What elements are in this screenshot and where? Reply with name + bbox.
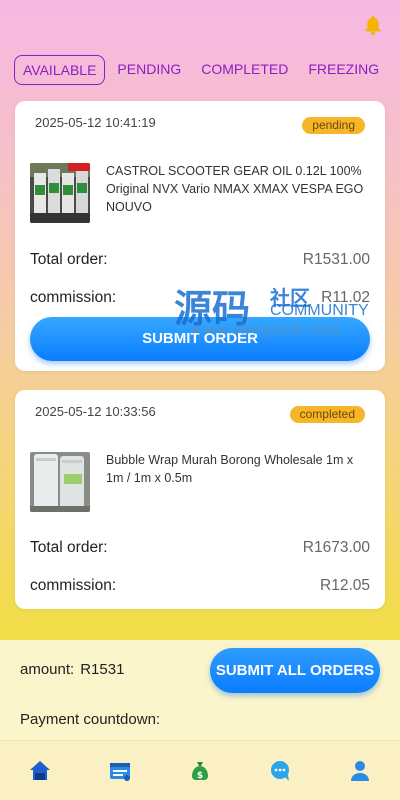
commission-label: commission:	[30, 289, 117, 306]
total-order-label: Total order:	[30, 251, 108, 268]
tab-freezing[interactable]: FREEZING	[300, 55, 387, 85]
order-card: 2025-05-12 10:41:19 pending CASTROL SCOO…	[15, 101, 385, 371]
total-order-row: Total order: R1531.00	[30, 251, 370, 269]
amount-label: amount:	[20, 661, 75, 678]
product-image	[30, 163, 90, 223]
commission-row: commission: R12.05	[30, 577, 370, 595]
orders-icon[interactable]	[107, 758, 133, 784]
order-time: 2025-05-12 10:41:19	[35, 115, 156, 130]
status-badge: pending	[302, 117, 365, 134]
bell-icon[interactable]	[362, 14, 384, 36]
tab-completed[interactable]: COMPLETED	[193, 55, 296, 85]
amount-value: R1531	[80, 661, 125, 678]
amount: amount: R1531	[20, 661, 124, 678]
product-name: Bubble Wrap Murah Borong Wholesale 1m x …	[106, 453, 354, 485]
total-order-row: Total order: R1673.00	[30, 539, 370, 557]
bottom-navigation: $	[0, 740, 400, 800]
user-icon[interactable]	[347, 758, 373, 784]
home-icon[interactable]	[27, 758, 53, 784]
commission-row: commission: R11.02	[30, 289, 370, 307]
product-name: CASTROL SCOOTER GEAR OIL 0.12L 100% Orig…	[106, 164, 364, 214]
svg-text:$: $	[197, 771, 203, 781]
payment-countdown-label: Payment countdown:	[20, 711, 161, 728]
commission-label: commission:	[30, 577, 117, 594]
chat-icon[interactable]	[267, 758, 293, 784]
submit-order-button[interactable]: SUBMIT ORDER	[30, 317, 370, 361]
total-order-value: R1531.00	[302, 251, 370, 268]
status-badge: completed	[289, 406, 365, 423]
total-order-label: Total order:	[30, 539, 108, 556]
tab-pending[interactable]: PENDING	[109, 55, 189, 85]
submit-all-orders-button[interactable]: SUBMIT ALL ORDERS	[210, 648, 380, 693]
product-image	[30, 452, 90, 512]
total-order-value: R1673.00	[302, 539, 370, 556]
order-card: 2025-05-12 10:33:56 completed Bubble Wra…	[15, 390, 385, 609]
order-status-tabs: AVAILABLE PENDING COMPLETED FREEZING	[14, 54, 390, 86]
commission-value: R11.02	[321, 289, 370, 306]
tab-available[interactable]: AVAILABLE	[14, 55, 106, 85]
order-time: 2025-05-12 10:33:56	[35, 404, 156, 419]
money-bag-icon[interactable]: $	[187, 758, 213, 784]
commission-value: R12.05	[320, 577, 370, 594]
